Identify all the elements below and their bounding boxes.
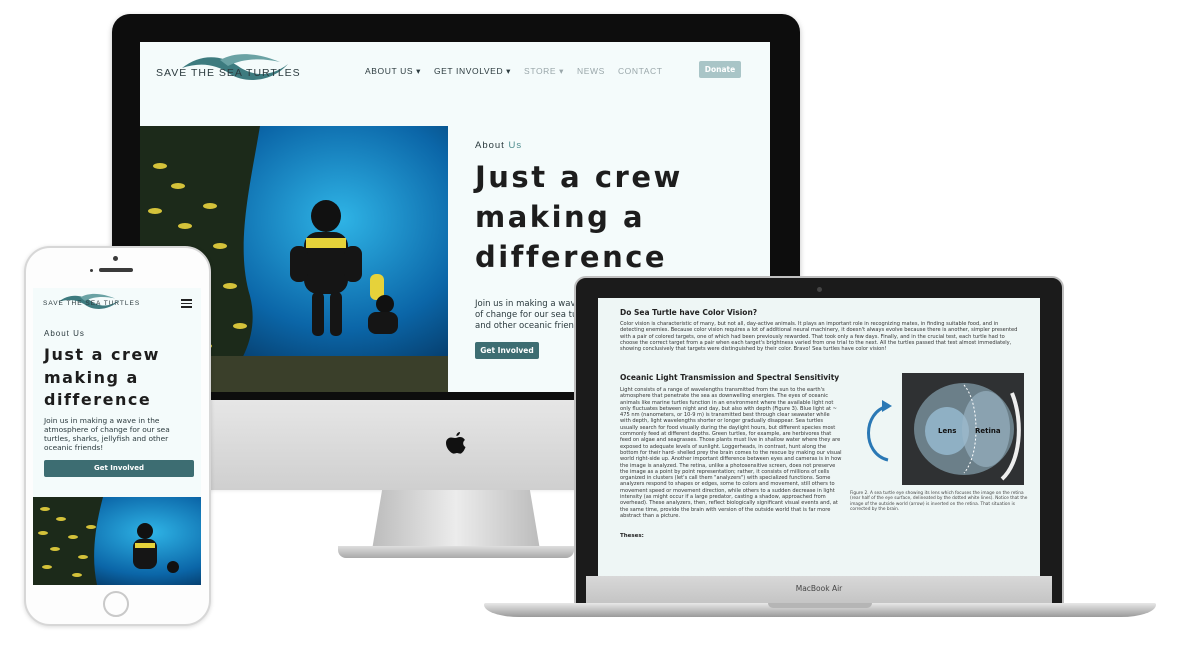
mobile-diver-image: [33, 497, 201, 585]
phone-speaker-icon: [99, 268, 133, 272]
site-logo-text[interactable]: SAVE THE SEA TURTLES: [156, 67, 301, 79]
figure-label-retina: Retina: [975, 427, 1001, 435]
get-involved-button[interactable]: Get Involved: [475, 342, 539, 359]
nav-store[interactable]: STORE ▾: [524, 66, 564, 77]
article-heading: Oceanic Light Transmission and Spectral …: [620, 373, 840, 382]
site-logo-text[interactable]: SAVE THE SEA TURTLES: [43, 300, 140, 307]
phone-screen: SAVE THE SEA TURTLES About Us Just a cre…: [33, 288, 201, 585]
desktop-site-header: SAVE THE SEA TURTLES ABOUT US ▾ GET INVO…: [140, 42, 770, 126]
article-heading: Theses:: [620, 533, 644, 540]
nav-contact[interactable]: CONTACT: [618, 66, 663, 77]
article-section-light: Oceanic Light Transmission and Spectral …: [620, 373, 842, 539]
hero-intro: Join us in making a wave in the atmosphe…: [44, 415, 170, 453]
laptop-bottom-bezel: MacBook Air: [586, 576, 1052, 604]
hamburger-menu-icon[interactable]: [181, 299, 192, 308]
nav-about-us[interactable]: ABOUT US ▾: [365, 66, 421, 77]
turtle-eye-figure: Lens Retina: [902, 373, 1024, 485]
apple-logo-icon: [446, 432, 466, 454]
donate-button[interactable]: Donate: [699, 61, 741, 78]
phone-sensor-icon: [90, 269, 93, 272]
article-paragraph: Light consists of a range of wavelengths…: [620, 387, 842, 519]
article-heading: Do Sea Turtle have Color Vision?: [620, 308, 758, 317]
get-involved-button[interactable]: Get Involved: [44, 460, 194, 478]
article-section-color-vision: Do Sea Turtle have Color Vision? Color v…: [620, 308, 1020, 352]
phone-home-button[interactable]: [103, 591, 129, 617]
about-us-label: About Us: [44, 329, 85, 338]
article-paragraph: Color vision is characteristic of many, …: [620, 321, 1018, 353]
hero-headline: Just a crew making a difference: [44, 345, 160, 409]
nav-news[interactable]: NEWS: [577, 66, 605, 77]
laptop-screen: Do Sea Turtle have Color Vision? Color v…: [598, 298, 1040, 576]
figure-label-lens: Lens: [938, 427, 957, 435]
mobile-hero-text: About Us Just a crew making a difference…: [44, 329, 196, 478]
laptop-camera-icon: [817, 287, 822, 292]
about-us-label: About Us: [475, 140, 523, 151]
nav-get-involved[interactable]: GET INVOLVED ▾: [434, 66, 511, 77]
desktop-monitor-stand: [372, 490, 540, 550]
laptop-model-label: MacBook Air: [795, 584, 843, 593]
mobile-site-header: SAVE THE SEA TURTLES: [33, 288, 201, 318]
curved-arrow-icon: [867, 400, 892, 462]
hero-headline: Just a crew making a difference: [475, 160, 683, 274]
phone-camera-icon: [113, 256, 118, 261]
desktop-nav: ABOUT US ▾ GET INVOLVED ▾ STORE ▾ NEWS C…: [365, 66, 676, 77]
laptop-opening-notch: [768, 603, 872, 608]
figure-caption: Figure 2. A sea turtle eye showing its l…: [850, 491, 1028, 513]
desktop-monitor-foot: [338, 546, 574, 558]
